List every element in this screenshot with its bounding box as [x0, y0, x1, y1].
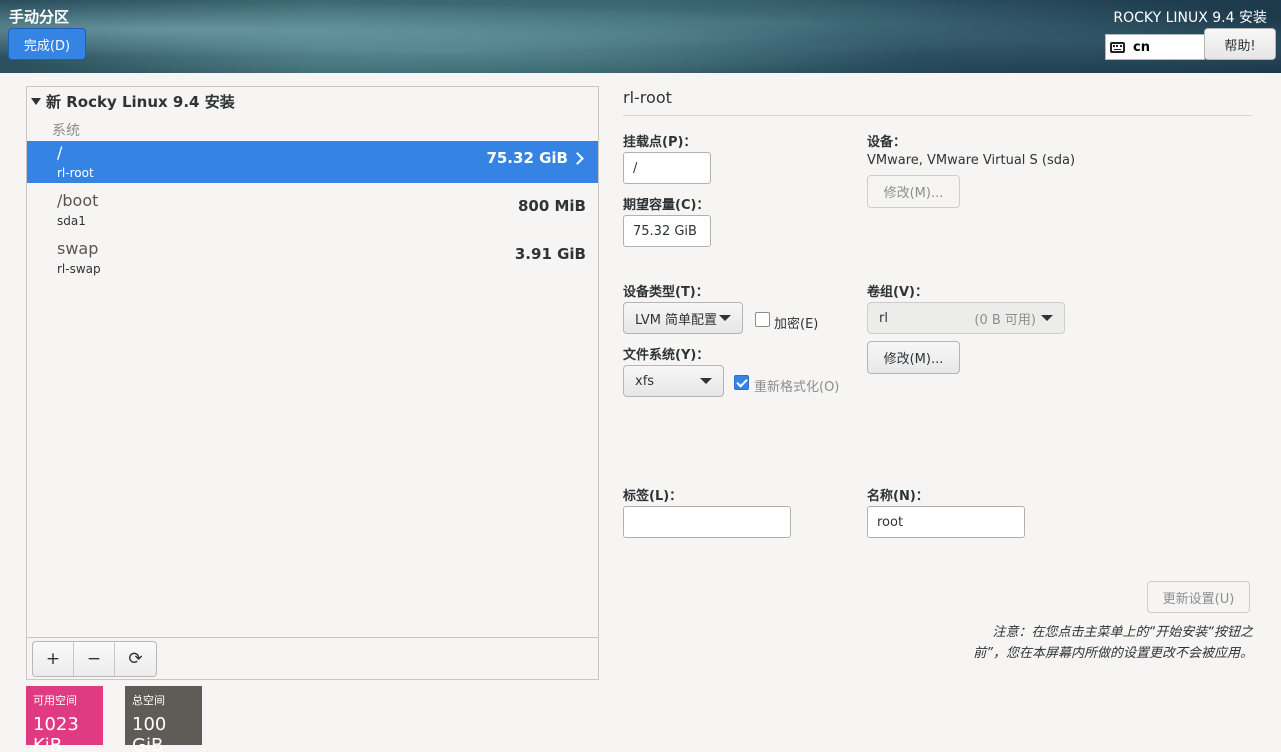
details-title: rl-root	[623, 88, 672, 107]
encrypt-label[interactable]: 加密(E)	[774, 313, 818, 332]
tree-root-label: 新 Rocky Linux 9.4 安装	[46, 93, 235, 111]
capacity-field[interactable]: 75.32 GiB	[623, 215, 711, 247]
partition-toolbar: + − ⟳	[27, 637, 598, 679]
add-partition-button[interactable]: +	[33, 642, 74, 676]
available-space-label: 可用空间	[33, 694, 77, 707]
keyboard-layout-label: cn	[1133, 39, 1150, 55]
page-title: 手动分区	[9, 8, 70, 26]
group-label-system: 系统	[52, 123, 80, 139]
partition-mount: /	[57, 143, 63, 162]
dropdown-arrow-icon	[700, 378, 712, 384]
total-space-label: 总空间	[132, 694, 165, 707]
available-space-value: 1023 KiB	[33, 714, 79, 752]
keyboard-layout-indicator[interactable]: cn	[1105, 34, 1205, 60]
device-label: 设备：	[867, 135, 907, 150]
partition-row-boot[interactable]: /boot sda1 800 MiB	[27, 189, 598, 231]
volume-group-label: 卷组(V)：	[867, 285, 928, 300]
remove-partition-button[interactable]: −	[74, 642, 115, 676]
keyboard-icon	[1110, 41, 1125, 53]
help-button[interactable]: 帮助!	[1204, 28, 1276, 60]
update-settings-button[interactable]: 更新设置(U)	[1147, 581, 1250, 613]
device-type-label: 设备类型(T)：	[623, 285, 709, 300]
device-type-dropdown[interactable]: LVM 简单配置	[623, 302, 743, 334]
header-banner: 手动分区 完成(D) ROCKY LINUX 9.4 安装 cn 帮助!	[0, 0, 1281, 73]
partition-tree-panel: 新 Rocky Linux 9.4 安装 系统 / rl-root 75.32 …	[26, 86, 599, 680]
volume-group-hint: (0 B 可用)	[974, 312, 1036, 328]
partition-device: rl-swap	[57, 262, 101, 276]
dropdown-arrow-icon	[719, 315, 731, 321]
device-type-value: LVM 简单配置	[635, 312, 718, 328]
name-field[interactable]: root	[867, 506, 1025, 538]
encrypt-checkbox[interactable]	[755, 312, 770, 327]
tag-label: 标签(L)：	[623, 489, 683, 504]
volume-group-modify-button[interactable]: 修改(M)...	[867, 341, 960, 374]
partition-size: 75.32 GiB	[486, 149, 568, 167]
partition-device: sda1	[57, 214, 86, 228]
volume-group-dropdown[interactable]: rl (0 B 可用)	[867, 302, 1065, 334]
partition-button-group: + − ⟳	[32, 641, 157, 677]
mount-point-label: 挂载点(P)：	[623, 135, 697, 150]
filesystem-value: xfs	[635, 373, 655, 389]
product-title: ROCKY LINUX 9.4 安装	[1113, 10, 1267, 26]
tag-field[interactable]	[623, 506, 791, 538]
reformat-checkbox[interactable]	[734, 375, 749, 390]
partition-mount: /boot	[57, 191, 99, 210]
partition-row-root[interactable]: / rl-root 75.32 GiB	[27, 141, 598, 183]
device-value: VMware, VMware Virtual S (sda)	[867, 153, 1076, 168]
refresh-button[interactable]: ⟳	[115, 642, 156, 676]
available-space-box: 可用空间 1023 KiB	[26, 686, 103, 752]
dropdown-arrow-icon	[1041, 315, 1053, 321]
total-space-box: 总空间 100 GiB	[125, 686, 202, 752]
expander-arrow-icon	[31, 98, 41, 105]
volume-group-value: rl	[879, 310, 888, 326]
filesystem-dropdown[interactable]: xfs	[623, 365, 724, 397]
filesystem-label: 文件系统(Y)：	[623, 348, 710, 363]
reformat-label[interactable]: 重新格式化(O)	[754, 376, 839, 395]
device-modify-button[interactable]: 修改(M)...	[867, 175, 960, 208]
capacity-label: 期望容量(C)：	[623, 198, 710, 213]
partition-mount: swap	[57, 239, 99, 258]
tree-root-expander[interactable]: 新 Rocky Linux 9.4 安装	[31, 91, 235, 112]
partition-device: rl-root	[57, 166, 94, 180]
partition-size: 3.91 GiB	[514, 245, 586, 263]
name-label: 名称(N)：	[867, 489, 929, 504]
details-separator	[623, 115, 1252, 116]
total-space-value: 100 GiB	[132, 714, 167, 752]
settings-note: 注意：在您点击主菜单上的“开始安装“按钮之前”，您在本屏幕内所做的设置更改不会被…	[973, 625, 1253, 661]
partition-row-swap[interactable]: swap rl-swap 3.91 GiB	[27, 237, 598, 279]
chevron-right-icon	[571, 152, 584, 165]
mount-point-field[interactable]: /	[623, 152, 711, 184]
done-button[interactable]: 完成(D)	[8, 28, 86, 60]
partition-size: 800 MiB	[517, 197, 586, 215]
